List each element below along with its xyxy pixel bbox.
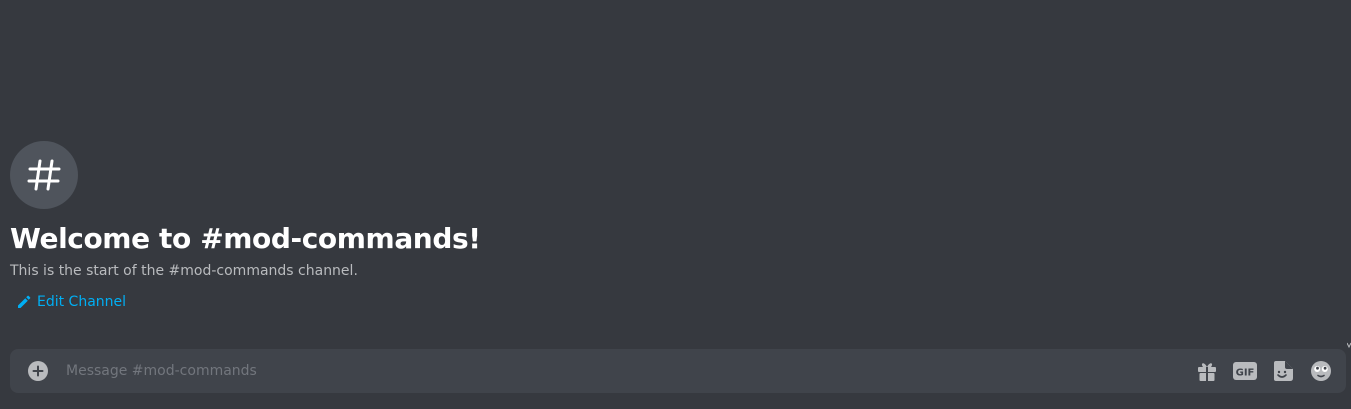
plus-circle-icon [28, 361, 48, 381]
gif-button[interactable]: GIF [1232, 358, 1258, 384]
emoji-button[interactable] [1308, 358, 1334, 384]
gift-button[interactable] [1194, 358, 1220, 384]
scroll-caret-icon [1347, 342, 1351, 349]
pencil-icon [18, 295, 31, 308]
edit-channel-link[interactable]: Edit Channel [17, 294, 481, 310]
message-input[interactable] [66, 359, 1182, 383]
message-composer: GIF [10, 349, 1346, 393]
attach-button[interactable] [26, 359, 50, 383]
edit-channel-label: Edit Channel [37, 294, 127, 310]
gif-icon: GIF [1233, 362, 1257, 380]
sticker-button[interactable] [1270, 358, 1296, 384]
gift-icon [1198, 363, 1216, 381]
composer-buttons: GIF [1182, 358, 1334, 384]
hash-icon [27, 159, 61, 191]
sticker-icon [1274, 361, 1293, 381]
welcome-title: Welcome to #mod-commands! [10, 222, 481, 255]
channel-hash-icon [10, 141, 78, 209]
emoji-icon [1311, 361, 1331, 381]
chat-area: Welcome to #mod-commands! This is the st… [0, 0, 1351, 409]
welcome-description: This is the start of the #mod-commands c… [10, 263, 358, 279]
channel-welcome: Welcome to #mod-commands! This is the st… [10, 141, 481, 310]
gif-label: GIF [1236, 368, 1255, 379]
